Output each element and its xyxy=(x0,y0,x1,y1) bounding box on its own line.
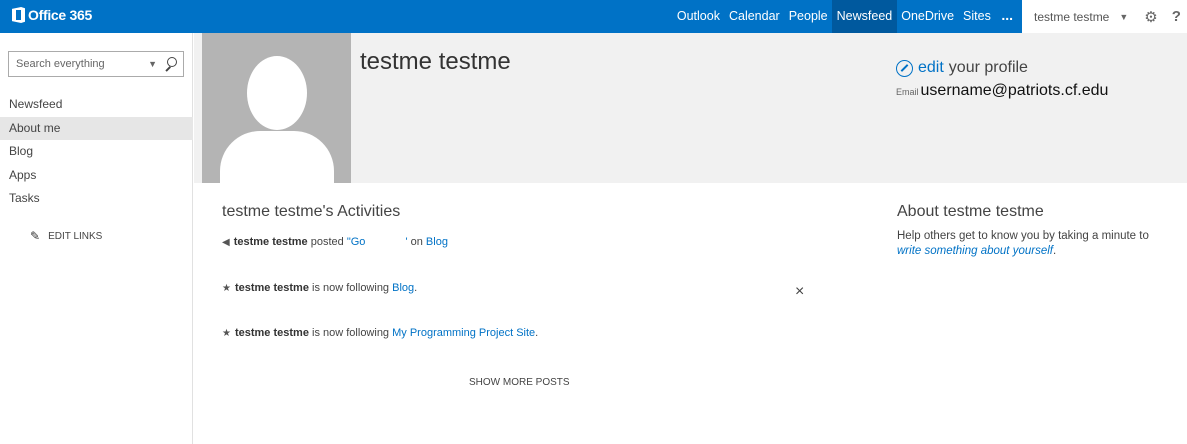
nav-calendar[interactable]: Calendar xyxy=(724,0,784,33)
email-row: Email username@patriots.cf.edu xyxy=(896,82,1108,100)
edit-links-button[interactable]: ✎ EDIT LINKS xyxy=(30,229,102,243)
about-text: Help others get to know you by taking a … xyxy=(897,229,1172,259)
nav-people[interactable]: People xyxy=(784,0,832,33)
nav-sites[interactable]: Sites xyxy=(959,0,996,33)
activity-post-link[interactable]: "Go xyxy=(347,236,366,248)
activity-suffix: . xyxy=(535,327,539,339)
activity-verb: posted xyxy=(310,236,344,248)
left-navigation: Search everything ▼ Newsfeed About me Bl… xyxy=(0,33,193,444)
avatar-body-shape xyxy=(220,131,334,183)
avatar-head-shape xyxy=(247,56,307,130)
redacted-area xyxy=(365,236,406,248)
user-menu-caret-icon[interactable]: ▼ xyxy=(1119,12,1128,22)
activity-item: ★ testme testme is now following Blog . xyxy=(222,282,417,294)
close-icon[interactable]: × xyxy=(795,283,804,301)
activity-verb: is now following xyxy=(312,327,390,339)
activity-actor[interactable]: testme testme xyxy=(234,236,308,248)
sidebar-item-tasks[interactable]: Tasks xyxy=(0,187,193,211)
avatar xyxy=(202,33,351,183)
activity-item: ◀ testme testme posted "Go ' on Blog xyxy=(222,236,448,248)
activity-target-link[interactable]: My Programming Project Site xyxy=(392,327,535,339)
star-icon: ★ xyxy=(222,282,231,294)
sidebar-item-apps[interactable]: Apps xyxy=(0,164,193,188)
nav-outlook[interactable]: Outlook xyxy=(672,0,724,33)
user-menu-name[interactable]: testme testme xyxy=(1034,10,1109,24)
activity-post-link-end[interactable]: ' xyxy=(405,236,407,248)
activity-prep: on xyxy=(410,236,423,248)
star-icon: ★ xyxy=(222,327,231,339)
suite-bar: Office 365 Outlook Calendar People Newsf… xyxy=(0,0,1187,33)
gear-icon[interactable]: ⚙ xyxy=(1144,8,1157,26)
activity-target-link[interactable]: Blog xyxy=(392,282,414,294)
edit-circle-icon[interactable] xyxy=(896,59,913,77)
sidebar-item-about-me[interactable]: About me xyxy=(0,116,193,140)
nav-newsfeed[interactable]: Newsfeed xyxy=(832,0,897,33)
activities-title: testme testme's Activities xyxy=(222,203,401,220)
activity-actor[interactable]: testme testme xyxy=(235,327,309,339)
edit-profile-link[interactable]: edit xyxy=(918,59,944,77)
sidebar-item-blog[interactable]: Blog xyxy=(0,140,193,164)
search-box[interactable]: Search everything ▼ xyxy=(8,51,184,77)
user-area: testme testme ▼ ⚙ ? xyxy=(1022,0,1187,33)
about-prompt: Help others get to know you by taking a … xyxy=(897,230,1149,242)
about-title: About testme testme xyxy=(897,203,1044,220)
edit-profile-suffix: your profile xyxy=(948,59,1028,76)
write-about-link[interactable]: write something about yourself xyxy=(897,245,1053,257)
activity-target-link[interactable]: Blog xyxy=(426,236,448,248)
office-logo-icon xyxy=(12,7,25,23)
help-icon[interactable]: ? xyxy=(1172,8,1181,25)
megaphone-icon: ◀ xyxy=(222,236,230,248)
search-scope-caret-icon[interactable]: ▼ xyxy=(148,59,157,69)
nav-onedrive[interactable]: OneDrive xyxy=(897,0,959,33)
edit-links-label: EDIT LINKS xyxy=(48,230,103,242)
profile-name: testme testme xyxy=(360,48,511,75)
logo-text: Office 365 xyxy=(28,7,92,23)
activity-suffix: . xyxy=(414,282,418,294)
activity-verb: is now following xyxy=(312,282,390,294)
nav-more-button[interactable]: ... xyxy=(995,0,1019,33)
edit-profile: edit your profile xyxy=(896,59,1028,77)
pencil-icon: ✎ xyxy=(30,229,41,243)
sidebar-item-newsfeed[interactable]: Newsfeed xyxy=(0,93,193,117)
about-link-suffix: . xyxy=(1052,245,1057,257)
suite-nav: Outlook Calendar People Newsfeed OneDriv… xyxy=(672,0,1019,33)
email-label: Email xyxy=(896,87,919,97)
office-logo[interactable]: Office 365 xyxy=(12,7,92,23)
activity-actor[interactable]: testme testme xyxy=(235,282,309,294)
email-value: username@patriots.cf.edu xyxy=(920,82,1109,99)
search-icon[interactable] xyxy=(163,57,177,71)
activity-item: ★ testme testme is now following My Prog… xyxy=(222,327,538,339)
search-input[interactable]: Search everything xyxy=(16,58,148,70)
quick-launch: Newsfeed About me Blog Apps Tasks xyxy=(0,93,193,211)
show-more-posts-button[interactable]: SHOW MORE POSTS xyxy=(469,377,570,388)
